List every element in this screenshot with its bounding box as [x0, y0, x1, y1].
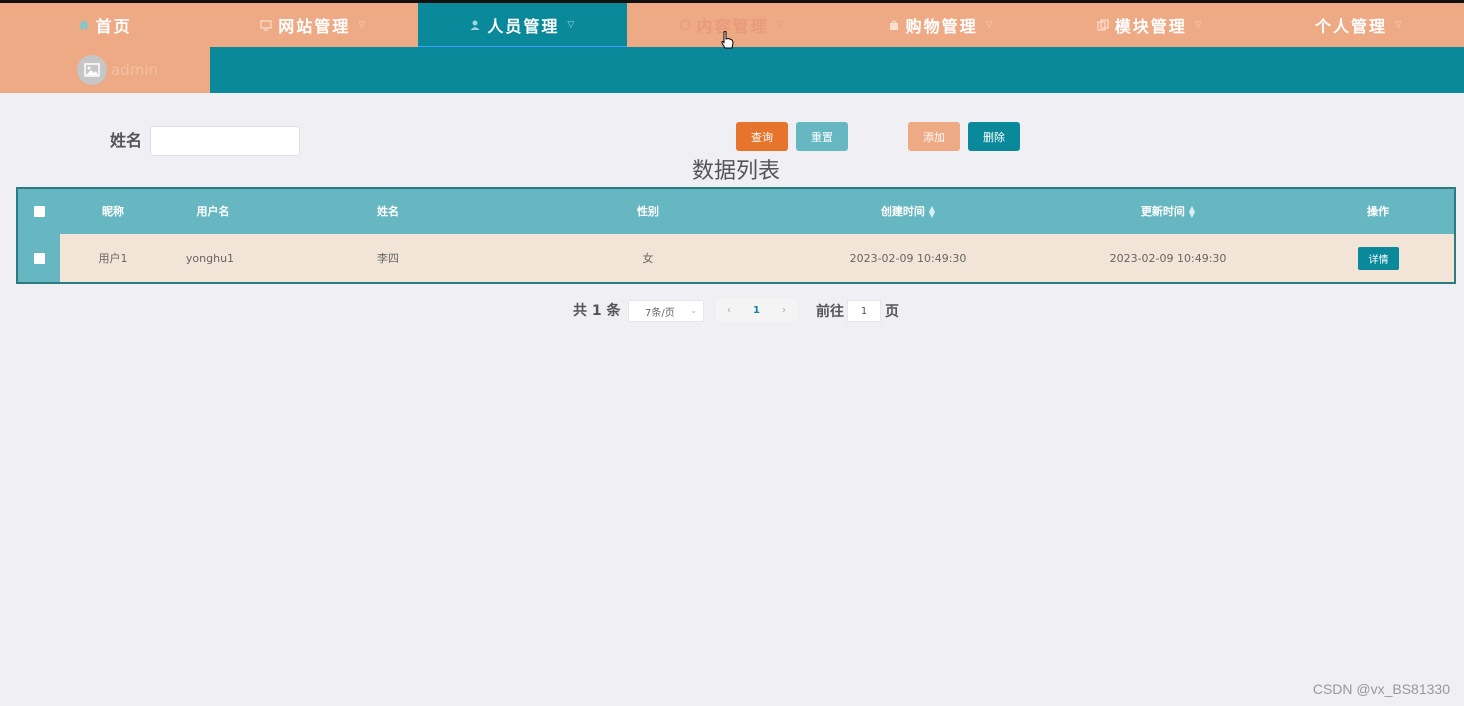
goto-label: 前往: [816, 304, 844, 320]
table-row: 用户1 yonghu1 李四 女 2023-02-09 10:49:30 202…: [18, 234, 1454, 282]
add-button[interactable]: 添加: [908, 122, 960, 151]
chevron-down-icon: ▽: [776, 20, 786, 30]
chevron-down-icon: ▽: [567, 20, 577, 30]
sub-header: admin: [0, 47, 1464, 93]
chevron-down-icon: ▽: [1394, 20, 1404, 30]
user-box[interactable]: admin: [0, 47, 210, 93]
cell-username: yonghu1: [185, 251, 235, 265]
cell-gender: 女: [642, 252, 654, 265]
chevron-down-icon: ⌄: [690, 306, 697, 315]
chevron-down-icon: ▽: [1194, 20, 1204, 30]
select-all-checkbox[interactable]: [34, 206, 45, 217]
pagination-total: 共 1 条: [573, 303, 621, 319]
row-checkbox-cell: [18, 234, 60, 282]
column-header-nickname: 昵称: [102, 205, 124, 218]
chevron-down-icon: ▽: [985, 20, 995, 30]
reset-button[interactable]: 重置: [796, 122, 848, 151]
nav-item-label: 模块管理: [1114, 17, 1187, 36]
goto-page-input[interactable]: [847, 300, 881, 322]
prev-page-button[interactable]: ‹: [716, 299, 742, 321]
nav-item-label: 人员管理: [487, 17, 560, 36]
nav-item-label: 网站管理: [278, 17, 351, 36]
nav-item-home[interactable]: 首页: [0, 3, 209, 47]
page-size-select[interactable]: 7条/页 ⌄: [628, 300, 704, 322]
table-header: 昵称 用户名 姓名 性别 创建时间 ▲ ▼ 更新时间 ▲ ▼ 操作: [18, 189, 1454, 233]
sort-icon[interactable]: ▲ ▼: [929, 205, 935, 219]
page-size-value: 7条/页: [645, 307, 675, 319]
monitor-icon: [260, 19, 272, 31]
nav-item-label: 个人管理: [1314, 17, 1387, 36]
page-number[interactable]: 1: [742, 299, 771, 321]
copy-icon: [1097, 19, 1109, 31]
chat-icon: [679, 19, 691, 31]
column-header-action: 操作: [1367, 205, 1389, 218]
column-header-updated[interactable]: 更新时间 ▲ ▼: [1108, 203, 1228, 219]
nav-item-shopping[interactable]: 购物管理 ▽: [837, 3, 1046, 47]
avatar[interactable]: [77, 55, 107, 85]
column-header-gender: 性别: [637, 205, 659, 218]
nav-item-personal[interactable]: 个人管理 ▽: [1255, 3, 1464, 47]
nav-item-module[interactable]: 模块管理 ▽: [1046, 3, 1255, 47]
page-unit-label: 页: [885, 304, 899, 320]
cell-created: 2023-02-09 10:49:30: [849, 251, 967, 265]
chevron-down-icon: ▽: [358, 20, 368, 30]
nav-item-label: 购物管理: [905, 17, 978, 36]
nav-item-website[interactable]: 网站管理 ▽: [209, 3, 418, 47]
sort-icon[interactable]: ▲ ▼: [1189, 205, 1195, 219]
pointer-cursor-icon: [721, 31, 734, 49]
data-table: 昵称 用户名 姓名 性别 创建时间 ▲ ▼ 更新时间 ▲ ▼ 操作 用户1 yonghu…: [16, 187, 1456, 284]
query-button[interactable]: 查询: [736, 122, 788, 151]
cell-nickname: 用户1: [98, 252, 128, 265]
next-page-button[interactable]: ›: [771, 299, 797, 321]
column-header-updated-label: 更新时间: [1140, 205, 1185, 218]
column-header-username: 用户名: [196, 205, 230, 218]
column-header-name: 姓名: [377, 205, 399, 218]
cell-updated: 2023-02-09 10:49:30: [1109, 251, 1227, 265]
bag-icon: [888, 19, 900, 31]
name-search-input[interactable]: [150, 126, 300, 156]
delete-button[interactable]: 删除: [968, 122, 1020, 151]
list-title: 数据列表: [691, 159, 780, 184]
username: admin: [111, 61, 158, 79]
nav-item-label: 首页: [95, 17, 132, 36]
cell-name: 李四: [377, 252, 399, 265]
row-checkbox[interactable]: [34, 253, 45, 264]
user-icon: [469, 19, 481, 31]
image-icon: [84, 63, 100, 77]
column-header-created-label: 创建时间: [880, 205, 925, 218]
search-label: 姓名: [110, 131, 143, 150]
nav-item-personnel[interactable]: 人员管理 ▽: [418, 3, 628, 48]
home-icon: [78, 19, 90, 31]
detail-button[interactable]: 详情: [1358, 247, 1399, 270]
column-header-created[interactable]: 创建时间 ▲ ▼: [848, 203, 968, 219]
watermark: CSDN @vx_BS81330: [1312, 681, 1450, 697]
